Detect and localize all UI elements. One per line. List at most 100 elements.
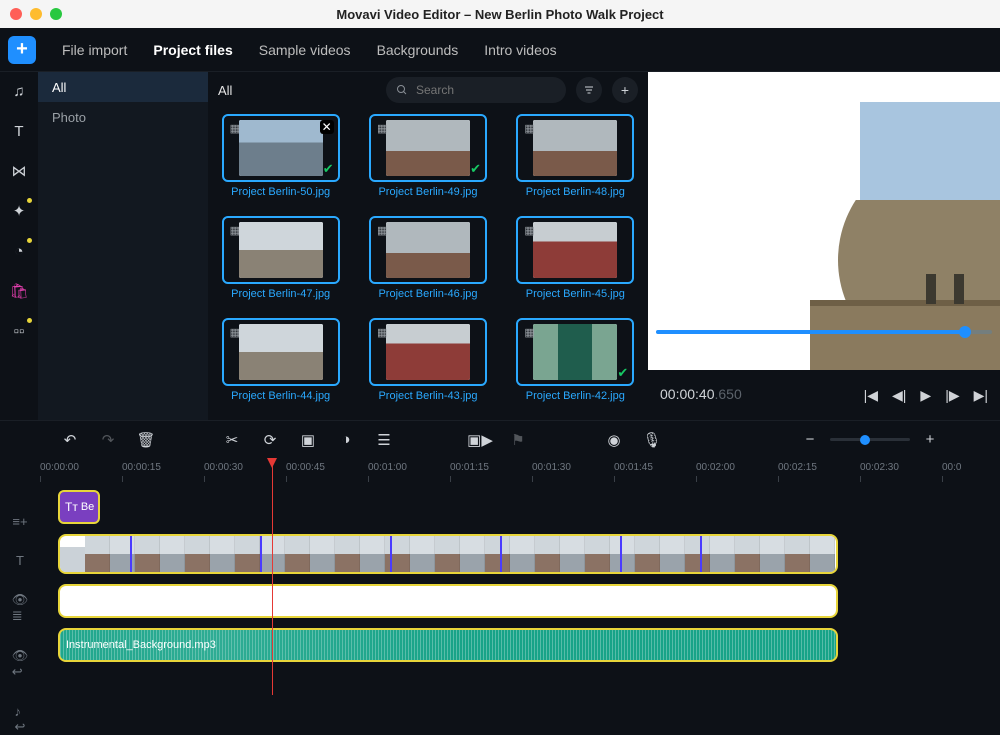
tab-file-import[interactable]: File import <box>62 42 127 58</box>
waveform <box>60 630 836 660</box>
crop-icon[interactable]: ▣ <box>298 431 318 449</box>
media-item[interactable]: ▦Project Berlin-46.jpg <box>363 216 492 300</box>
zoom-out-icon[interactable]: − <box>800 431 820 448</box>
zoom-in-icon[interactable]: + <box>920 431 940 448</box>
left-tool-rail: ♫ T ⋈ ✦ ◔ 🛍 ▫▫ <box>0 72 38 420</box>
title-track-head[interactable]: T <box>16 553 24 568</box>
media-item-label[interactable]: Project Berlin-44.jpg <box>231 390 330 402</box>
add-files-button[interactable]: + <box>612 77 638 103</box>
audio-clip[interactable]: Instrumental_Background.mp3 <box>58 628 838 662</box>
tab-backgrounds[interactable]: Backgrounds <box>377 42 459 58</box>
window-fullscreen-icon[interactable] <box>50 8 62 20</box>
rotate-icon[interactable]: ⟳ <box>260 431 280 449</box>
search-field[interactable]: ✕ <box>386 77 566 103</box>
audio-track-head[interactable]: ♪↩ <box>15 704 26 735</box>
color-adjust-icon[interactable]: ◑ <box>336 431 356 448</box>
media-item-label[interactable]: Project Berlin-48.jpg <box>526 186 625 198</box>
audio-track[interactable]: Instrumental_Background.mp3 <box>58 628 1000 662</box>
image-type-icon: ▦ <box>230 326 240 339</box>
media-item-label[interactable]: Project Berlin-47.jpg <box>231 288 330 300</box>
category-list: All Photo <box>38 72 208 420</box>
image-type-icon: ▦ <box>377 122 387 135</box>
category-all[interactable]: All <box>38 72 208 102</box>
redo-icon[interactable]: ↷ <box>98 431 118 449</box>
media-item-label[interactable]: Project Berlin-46.jpg <box>378 288 477 300</box>
timeline: ≡+ T 👁≣ 👁↩ ♪↩ 00:00:0000:00:1500:00:3000… <box>0 458 1000 695</box>
window-minimize-icon[interactable] <box>30 8 42 20</box>
add-track-icon[interactable]: ≡+ <box>12 514 27 529</box>
delete-icon[interactable]: 🗑 <box>136 431 156 449</box>
prev-clip-icon[interactable]: |◀ <box>864 387 878 404</box>
category-photo[interactable]: Photo <box>38 102 208 132</box>
playhead[interactable] <box>272 460 273 695</box>
title-track[interactable]: Tᴛ Be <box>58 490 1000 524</box>
overlay-clip[interactable] <box>58 584 838 618</box>
added-check-icon: ✔ <box>470 161 481 177</box>
search-icon <box>396 84 408 96</box>
clip-properties-icon[interactable]: ☰ <box>374 431 394 449</box>
marker-icon[interactable]: ⚑ <box>508 431 528 449</box>
tab-sample-videos[interactable]: Sample videos <box>259 42 351 58</box>
media-item[interactable]: ▦Project Berlin-45.jpg <box>511 216 640 300</box>
step-forward-icon[interactable]: |▶ <box>945 387 959 404</box>
play-icon[interactable]: ▶ <box>920 387 931 404</box>
video-clip-sequence[interactable] <box>58 534 838 574</box>
media-item-label[interactable]: Project Berlin-45.jpg <box>526 288 625 300</box>
media-item-label[interactable]: Project Berlin-43.jpg <box>378 390 477 402</box>
media-item[interactable]: ▦ ✔ Project Berlin-49.jpg <box>363 114 492 198</box>
add-media-button[interactable]: + <box>8 36 36 64</box>
overlay-track-head[interactable]: 👁↩ <box>12 648 29 680</box>
media-item[interactable]: ▦ ✔ Project Berlin-42.jpg <box>511 318 640 402</box>
image-type-icon: ▦ <box>377 326 387 339</box>
zoom-slider[interactable] <box>830 438 910 441</box>
video-track[interactable] <box>58 534 1000 574</box>
split-icon[interactable]: ✂ <box>222 431 242 449</box>
media-item[interactable]: ▦ Project Berlin-43.jpg <box>363 318 492 402</box>
window-title: Movavi Video Editor – New Berlin Photo W… <box>0 7 1000 22</box>
media-item[interactable]: ▦ Project Berlin-47.jpg <box>216 216 345 300</box>
next-clip-icon[interactable]: ▶| <box>974 387 988 404</box>
record-video-icon[interactable]: ◉ <box>604 431 624 449</box>
image-type-icon: ▦ <box>524 326 534 339</box>
seek-bar[interactable] <box>656 330 992 334</box>
sort-button[interactable] <box>576 77 602 103</box>
video-track-head[interactable]: 👁≣ <box>12 592 29 624</box>
shop-tool-icon[interactable]: 🛍 <box>8 280 30 302</box>
title-clip[interactable]: Tᴛ Be <box>58 490 100 524</box>
timeline-ruler[interactable]: 00:00:0000:00:1500:00:3000:00:4500:01:00… <box>40 462 1000 486</box>
media-item-label[interactable]: Project Berlin-42.jpg <box>526 390 625 402</box>
image-type-icon: ▦ <box>230 224 240 237</box>
media-item[interactable]: ▦ Project Berlin-48.jpg <box>511 114 640 198</box>
overlay-track[interactable] <box>58 584 1000 618</box>
transitions-tool-icon[interactable]: ⋈ <box>8 160 30 182</box>
window-titlebar: Movavi Video Editor – New Berlin Photo W… <box>0 0 1000 28</box>
timeline-toolbar: ↶ ↷ 🗑 ✂ ⟳ ▣ ◑ ☰ ▣▶ ⚑ ◉ 🎙 − + <box>0 420 1000 458</box>
transition-wizard-icon[interactable]: ▣▶ <box>470 431 490 449</box>
effects-tool-icon[interactable]: ✦ <box>8 200 30 222</box>
audio-tool-icon[interactable]: ♫ <box>8 80 30 102</box>
tab-project-files[interactable]: Project files <box>153 42 232 58</box>
record-audio-icon[interactable]: 🎙 <box>642 431 662 449</box>
step-back-icon[interactable]: ◀| <box>892 387 906 404</box>
added-check-icon: ✔ <box>323 161 334 177</box>
undo-icon[interactable]: ↶ <box>60 431 80 449</box>
preview-pane: 00:00:40.650 |◀ ◀| ▶ |▶ ▶| <box>648 72 1000 420</box>
tab-intro-videos[interactable]: Intro videos <box>484 42 556 58</box>
media-item[interactable]: ▦ ✔ ✕ Project Berlin-50.jpg <box>216 114 345 198</box>
media-item-label[interactable]: Project Berlin-49.jpg <box>378 186 477 198</box>
added-check-icon: ✔ <box>617 365 628 381</box>
search-input[interactable] <box>416 83 571 97</box>
stickers-tool-icon[interactable]: ◔ <box>8 240 30 262</box>
preview-canvas[interactable] <box>648 72 1000 370</box>
window-close-icon[interactable] <box>10 8 22 20</box>
remove-item-icon[interactable]: ✕ <box>320 120 334 134</box>
image-type-icon: ▦ <box>524 122 534 135</box>
top-bar: + File import Project files Sample videos B… <box>0 28 1000 72</box>
browser-filter-label: All <box>218 83 232 98</box>
media-item-label[interactable]: Project Berlin-50.jpg <box>231 186 330 198</box>
more-tools-icon[interactable]: ▫▫ <box>8 320 30 342</box>
titles-tool-icon[interactable]: T <box>8 120 30 142</box>
title-clip-label: Be <box>81 501 94 513</box>
image-type-icon: ▦ <box>230 122 240 135</box>
media-item[interactable]: ▦ Project Berlin-44.jpg <box>216 318 345 402</box>
